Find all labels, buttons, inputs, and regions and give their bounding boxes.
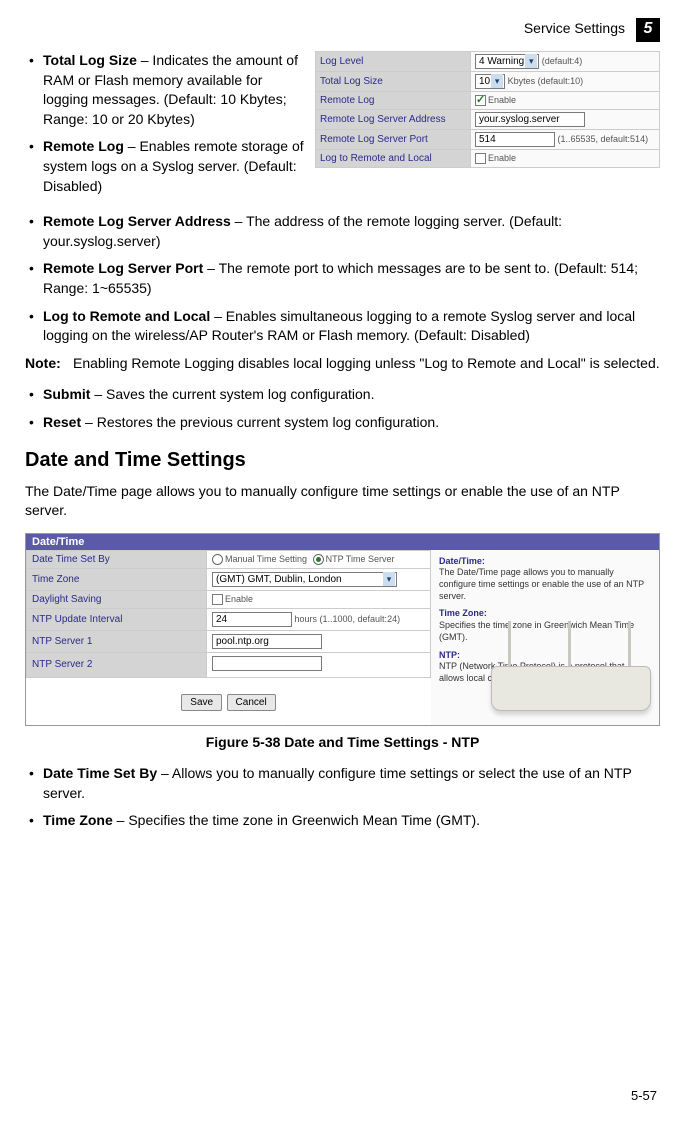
row-label: Remote Log Server Port [316, 130, 471, 150]
term: Log to Remote and Local [43, 308, 210, 324]
bullet-date-time-set-by: Date Time Set By – Allows you to manuall… [33, 764, 660, 803]
ntp-time-radio[interactable] [313, 554, 324, 565]
section-title: Service Settings [524, 20, 625, 36]
ntp-server2-input[interactable] [212, 656, 322, 671]
figure-caption: Figure 5-38 Date and Time Settings - NTP [25, 734, 660, 750]
save-button[interactable]: Save [181, 694, 222, 711]
ntp-server1-input[interactable]: pool.ntp.org [212, 634, 322, 649]
row-label: Total Log Size [316, 72, 471, 92]
chapter-badge: 5 [636, 18, 660, 42]
daylight-saving-checkbox[interactable] [212, 594, 223, 605]
help-text: The Date/Time page allows you to manuall… [439, 567, 644, 600]
datetime-header: Date/Time [26, 534, 659, 550]
manual-time-radio[interactable] [212, 554, 223, 565]
log-level-select[interactable]: 4 Warning [475, 54, 539, 69]
desc: – Restores the previous current system l… [81, 414, 439, 430]
bullet-submit: Submit – Saves the current system log co… [33, 385, 660, 405]
cancel-button[interactable]: Cancel [227, 694, 276, 711]
row-label: NTP Server 1 [27, 630, 207, 652]
suffix: (default:4) [539, 56, 582, 66]
term: Reset [43, 414, 81, 430]
help-heading: Date/Time: [439, 556, 651, 568]
row-label: NTP Update Interval [27, 608, 207, 630]
datetime-config-screenshot: Date/Time Date Time Set By Manual Time S… [25, 533, 660, 726]
suffix: (1..65535, default:514) [555, 134, 648, 144]
radio-label: Manual Time Setting [225, 554, 307, 564]
term: Date Time Set By [43, 765, 157, 781]
help-heading: Time Zone: [439, 608, 651, 620]
bullet-log-remote-local: Log to Remote and Local – Enables simult… [33, 307, 660, 346]
row-label: NTP Server 2 [27, 652, 207, 677]
bullet-remote-log: Remote Log – Enables remote storage of s… [33, 137, 305, 196]
term: Submit [43, 386, 90, 402]
note: Note: Enabling Remote Logging disables l… [25, 354, 660, 374]
radio-label: NTP Time Server [326, 554, 395, 564]
desc: – Saves the current system log configura… [90, 386, 374, 402]
router-image [451, 629, 651, 719]
term: Remote Log [43, 138, 124, 154]
row-label: Log to Remote and Local [316, 150, 471, 168]
checkbox-label: Enable [225, 594, 253, 604]
timezone-select[interactable]: (GMT) GMT, Dublin, London [212, 572, 397, 587]
checkbox-label: Enable [488, 95, 516, 105]
bullet-remote-log-addr: Remote Log Server Address – The address … [33, 212, 660, 251]
bullet-reset: Reset – Restores the previous current sy… [33, 413, 660, 433]
note-text: Enabling Remote Logging disables local l… [73, 354, 660, 374]
row-label: Date Time Set By [27, 550, 207, 568]
remote-log-checkbox[interactable] [475, 95, 486, 106]
log-remote-local-checkbox[interactable] [475, 153, 486, 164]
row-label: Remote Log [316, 92, 471, 110]
remote-log-port-input[interactable]: 514 [475, 132, 555, 147]
page-number: 5-57 [631, 1088, 657, 1103]
term: Time Zone [43, 812, 113, 828]
desc: – Specifies the time zone in Greenwich M… [113, 812, 480, 828]
row-label: Log Level [316, 52, 471, 72]
row-label: Time Zone [27, 568, 207, 590]
bullet-remote-log-port: Remote Log Server Port – The remote port… [33, 259, 660, 298]
term: Total Log Size [43, 52, 137, 68]
bullet-time-zone: Time Zone – Specifies the time zone in G… [33, 811, 660, 831]
row-label: Daylight Saving [27, 590, 207, 608]
total-log-size-select[interactable]: 10 [475, 74, 505, 89]
term: Remote Log Server Port [43, 260, 203, 276]
heading-date-time-settings: Date and Time Settings [25, 449, 660, 472]
remote-log-server-input[interactable]: your.syslog.server [475, 112, 585, 127]
ntp-interval-input[interactable]: 24 [212, 612, 292, 627]
syslog-config-screenshot: Log Level 4 Warning (default:4) Total Lo… [315, 51, 660, 204]
suffix: Kbytes (default:10) [505, 76, 583, 86]
checkbox-label: Enable [488, 153, 516, 163]
row-label: Remote Log Server Address [316, 110, 471, 130]
term: Remote Log Server Address [43, 213, 231, 229]
note-label: Note: [25, 354, 73, 374]
bullet-total-log-size: Total Log Size – Indicates the amount of… [33, 51, 305, 129]
page-header: Service Settings [25, 20, 660, 36]
intro-paragraph: The Date/Time page allows you to manuall… [25, 482, 660, 521]
suffix: hours (1..1000, default:24) [292, 614, 400, 624]
